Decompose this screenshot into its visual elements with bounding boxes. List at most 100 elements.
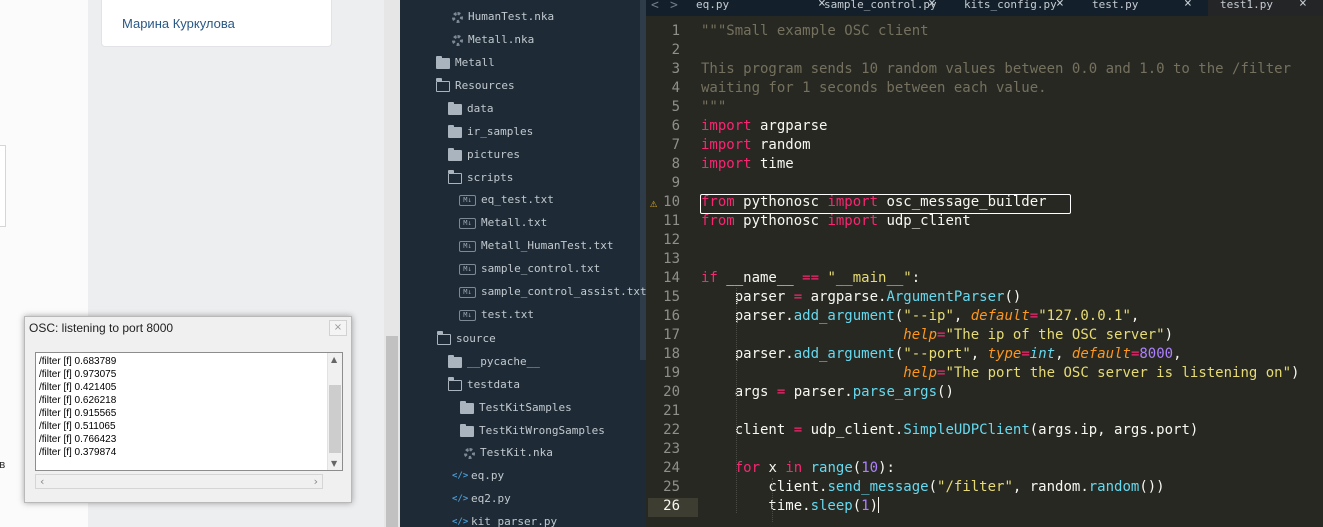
tab-close-icon[interactable]: × (1056, 0, 1064, 10)
line-number: 11 (663, 213, 680, 229)
markdown-file-icon: M↓ (459, 286, 476, 298)
sidebar-item[interactable]: __pycache__ (448, 352, 540, 372)
tab-close-icon[interactable]: × (928, 0, 936, 10)
osc-horizontal-scrollbar[interactable]: ‹ › (35, 474, 323, 489)
code-token: ArgumentParser (886, 289, 1005, 305)
sidebar-item-label: scripts (467, 171, 514, 184)
code-line[interactable]: client = udp_client.SimpleUDPClient(args… (701, 421, 1199, 440)
code-line[interactable]: help="The ip of the OSC server") (701, 326, 1173, 345)
tab[interactable]: test1.py × (1208, 0, 1323, 16)
sidebar-item[interactable]: Metall (436, 53, 495, 73)
code-token: "--ip" (903, 308, 954, 324)
sidebar-item[interactable]: data (448, 99, 494, 119)
code-token: 10 (861, 460, 879, 476)
sidebar-item[interactable]: M↓ sample_control.txt (459, 259, 600, 279)
sidebar-item[interactable]: M↓ Metall.txt (459, 213, 547, 233)
sidebar-item[interactable]: scripts (447, 168, 514, 188)
code-line[interactable]: import time (701, 155, 794, 174)
sidebar-item[interactable]: M↓ sample_control_assist.txt (459, 282, 646, 302)
code-token: = (793, 289, 803, 305)
line-number: 7 (671, 137, 680, 153)
scroll-right-icon[interactable]: › (314, 475, 318, 488)
tab[interactable]: kits_config.py × (952, 0, 1080, 16)
sidebar-item-label: pictures (467, 148, 520, 161)
code-token: argparse. (802, 289, 887, 305)
osc-message-list[interactable]: /filter [f] 0.683789/filter [f] 0.973075… (35, 352, 343, 471)
profile-name-link[interactable]: Марина Куркулова (122, 16, 235, 31)
line-number: 8 (671, 156, 680, 172)
code-line[interactable]: help="The port the OSC server is listeni… (701, 364, 1299, 383)
sidebar-item[interactable]: pictures (448, 145, 520, 165)
code-line[interactable]: """ (701, 98, 726, 117)
sidebar-item[interactable]: HumanTest.nka (452, 7, 554, 27)
sidebar-item[interactable]: Resources (435, 76, 515, 96)
code-token: (args.ip, args.port) (1029, 422, 1199, 438)
sidebar-item[interactable]: source (436, 329, 496, 349)
code-line[interactable]: time.sleep(1) (701, 497, 880, 516)
code-token: "__main__" (827, 270, 912, 286)
sidebar-item-label: test.txt (481, 308, 534, 321)
code-line[interactable]: import random (701, 136, 811, 155)
code-token: ): (878, 460, 895, 476)
code-token: range (810, 460, 853, 476)
profile-card[interactable]: Марина Куркулова (101, 0, 332, 47)
sidebar-item[interactable]: ir_samples (448, 122, 533, 142)
tab-close-icon[interactable]: × (1184, 0, 1192, 10)
tab-close-icon[interactable]: × (1299, 0, 1307, 10)
code-token: udp_client. (802, 422, 904, 438)
code-line[interactable]: client.send_message("/filter", random.ra… (701, 478, 1164, 497)
scroll-down-icon[interactable]: ▼ (331, 459, 337, 468)
sidebar-item[interactable]: </> kit_parser.py (452, 512, 557, 527)
line-number: 13 (663, 251, 680, 267)
code-line[interactable]: This program sends 10 random values betw… (701, 60, 1291, 79)
sidebar-item[interactable]: </> eq2.py (452, 489, 511, 509)
scroll-up-icon[interactable]: ▲ (331, 355, 337, 364)
code-token: parser. (785, 384, 853, 400)
sidebar-item[interactable]: TestKit.nka (464, 443, 553, 463)
sidebar-item[interactable]: Data (437, 0, 483, 4)
code-line[interactable]: for x in range(10): (701, 459, 895, 478)
sidebar-item[interactable]: M↓ Metall_HumanTest.txt (459, 236, 613, 256)
sidebar-item-label: Metall (455, 56, 495, 69)
osc-message: /filter [f] 0.379874 (39, 447, 117, 458)
line-number: 16 (663, 308, 680, 324)
code-file-icon: </> (452, 493, 469, 504)
sidebar-item[interactable]: TestKitSamples (460, 398, 572, 418)
sidebar-item[interactable]: M↓ test.txt (459, 305, 534, 325)
code-token: , random. (1012, 479, 1089, 495)
code-line[interactable]: parser.add_argument("--ip", default="127… (701, 307, 1140, 326)
line-number: 2 (671, 42, 680, 58)
code-token: time. (701, 498, 811, 514)
code-line[interactable]: waiting for 1 seconds between each value… (701, 79, 1047, 98)
code-line[interactable]: parser = argparse.ArgumentParser() (701, 288, 1022, 307)
code-line[interactable]: from pythonosc import osc_message_builde… (701, 193, 1047, 212)
code-line[interactable]: import argparse (701, 117, 827, 136)
tab[interactable]: sample_control.py × (812, 0, 952, 16)
page-scrollbar[interactable] (384, 0, 400, 527)
sidebar-item[interactable]: M↓ eq_test.txt (459, 190, 554, 210)
chevron-left-icon[interactable]: < (651, 0, 659, 13)
code-line[interactable]: """Small example OSC client (701, 22, 929, 41)
tab[interactable]: test.py × (1080, 0, 1208, 16)
page-scrollbar-thumb[interactable] (386, 336, 398, 527)
code-token: , (953, 308, 971, 324)
code-line[interactable]: parser.add_argument("--port", type=int, … (701, 345, 1182, 364)
osc-vertical-scrollbar[interactable]: ▲ ▼ (327, 353, 342, 470)
sidebar-item[interactable]: </> eq.py (452, 466, 504, 486)
close-button[interactable]: × (329, 320, 347, 336)
code-line[interactable]: if __name__ == "__main__": (701, 269, 920, 288)
sidebar-item-label: source (456, 332, 496, 345)
sidebar-item[interactable]: testdata (447, 375, 520, 395)
osc-scroll-thumb[interactable] (329, 385, 341, 453)
code-line[interactable]: from pythonosc import udp_client (701, 212, 971, 231)
code-line[interactable]: args = parser.parse_args() (701, 383, 954, 402)
sidebar-item[interactable]: TestKitWrongSamples (460, 421, 605, 441)
chevron-right-icon[interactable]: > (670, 0, 678, 13)
sidebar-item-label: HumanTest.nka (468, 10, 555, 23)
code-editor[interactable]: ⚠ 1 """Small example OSC client 2 3 This pro… (646, 16, 1323, 527)
sidebar-item-label: __pycache__ (467, 355, 540, 368)
sidebar-item[interactable]: Metall.nka (452, 30, 534, 50)
sidebar-item-label: sample_control.txt (481, 262, 601, 275)
scroll-left-icon[interactable]: ‹ (40, 475, 44, 488)
